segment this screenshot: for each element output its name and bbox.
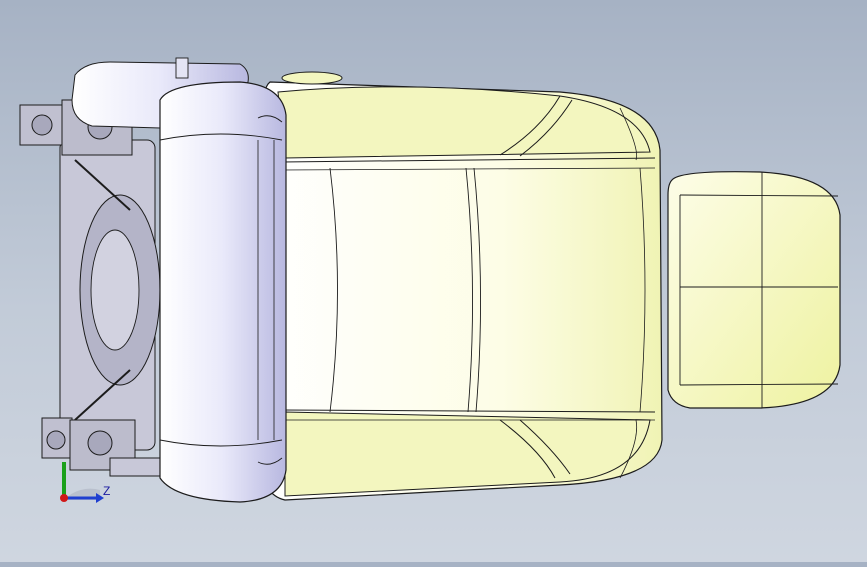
seat-cushion [261,71,663,501]
footrest [667,171,841,409]
headrest [159,81,287,503]
cad-viewport[interactable]: Z [0,0,867,562]
base-mechanism [19,99,161,477]
z-axis-label: Z [103,484,111,498]
chair-model [19,57,841,503]
